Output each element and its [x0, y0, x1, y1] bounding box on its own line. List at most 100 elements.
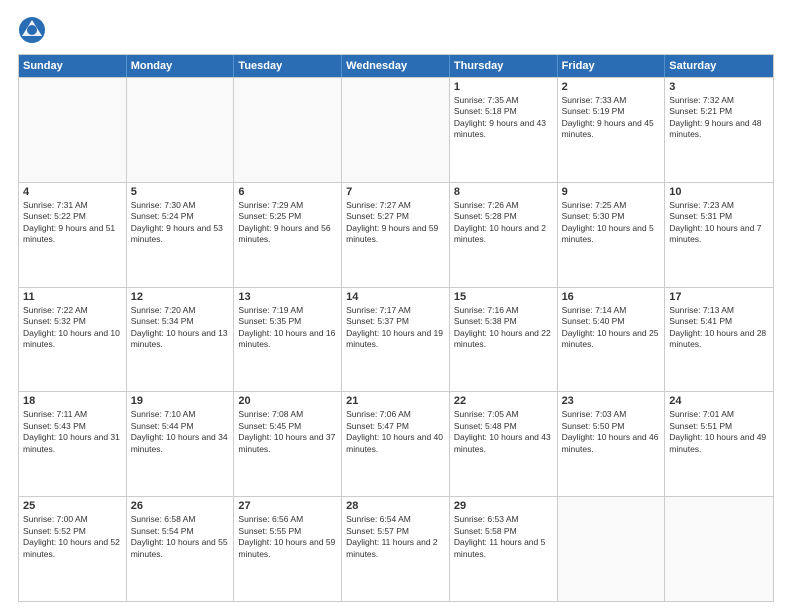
day-info: Sunrise: 7:16 AM Sunset: 5:38 PM Dayligh… [454, 305, 553, 351]
day-number: 28 [346, 500, 445, 512]
calendar-page: SundayMondayTuesdayWednesdayThursdayFrid… [0, 0, 792, 612]
day-info: Sunrise: 7:25 AM Sunset: 5:30 PM Dayligh… [562, 200, 661, 246]
calendar-cell [127, 78, 235, 182]
day-info: Sunrise: 7:20 AM Sunset: 5:34 PM Dayligh… [131, 305, 230, 351]
calendar-cell: 22 Sunrise: 7:05 AM Sunset: 5:48 PM Dayli… [450, 392, 558, 496]
calendar-cell: 19 Sunrise: 7:10 AM Sunset: 5:44 PM Dayli… [127, 392, 235, 496]
calendar-cell: 3Sunrise: 7:32 AM Sunset: 5:21 PM Daylig… [665, 78, 773, 182]
calendar-cell: 5 Sunrise: 7:30 AM Sunset: 5:24 PM Daylig… [127, 183, 235, 287]
calendar-cell: 9Sunrise: 7:25 AM Sunset: 5:30 PM Daylig… [558, 183, 666, 287]
calendar-cell: 1 Sunrise: 7:35 AM Sunset: 5:18 PM Daylig… [450, 78, 558, 182]
calendar-cell: 12 Sunrise: 7:20 AM Sunset: 5:34 PM Dayli… [127, 288, 235, 392]
calendar-cell: 15 Sunrise: 7:16 AM Sunset: 5:38 PM Dayli… [450, 288, 558, 392]
day-number: 22 [454, 395, 553, 407]
calendar-cell: 7 Sunrise: 7:27 AM Sunset: 5:27 PM Daylig… [342, 183, 450, 287]
calendar-cell: 6 Sunrise: 7:29 AM Sunset: 5:25 PM Daylig… [234, 183, 342, 287]
day-number: 11 [23, 291, 122, 303]
day-info: Sunrise: 7:17 AM Sunset: 5:37 PM Dayligh… [346, 305, 445, 351]
calendar-cell [342, 78, 450, 182]
day-number: 25 [23, 500, 122, 512]
calendar-cell: 16 Sunrise: 7:14 AM Sunset: 5:40 PM Dayli… [558, 288, 666, 392]
calendar: SundayMondayTuesdayWednesdayThursdayFrid… [18, 54, 774, 602]
calendar-cell [234, 78, 342, 182]
calendar-cell: 29Sunrise: 6:53 AM Sunset: 5:58 PM Dayli… [450, 497, 558, 601]
calendar-cell: 2 Sunrise: 7:33 AM Sunset: 5:19 PM Daylig… [558, 78, 666, 182]
calendar-cell: 17 Sunrise: 7:13 AM Sunset: 5:41 PM Dayli… [665, 288, 773, 392]
calendar-row: 4 Sunrise: 7:31 AM Sunset: 5:22 PM Daylig… [19, 182, 773, 287]
calendar-cell: 24 Sunrise: 7:01 AM Sunset: 5:51 PM Dayli… [665, 392, 773, 496]
day-info: Sunrise: 7:13 AM Sunset: 5:41 PM Dayligh… [669, 305, 769, 351]
calendar-cell: 26 Sunrise: 6:58 AM Sunset: 5:54 PM Dayli… [127, 497, 235, 601]
day-info: Sunrise: 6:58 AM Sunset: 5:54 PM Dayligh… [131, 514, 230, 560]
day-info: Sunrise: 7:14 AM Sunset: 5:40 PM Dayligh… [562, 305, 661, 351]
calendar-header-cell: Saturday [665, 55, 773, 77]
calendar-cell [19, 78, 127, 182]
calendar-cell: 28 Sunrise: 6:54 AM Sunset: 5:57 PM Dayli… [342, 497, 450, 601]
calendar-cell: 10Sunrise: 7:23 AM Sunset: 5:31 PM Dayli… [665, 183, 773, 287]
calendar-header-cell: Tuesday [234, 55, 342, 77]
calendar-cell: 4 Sunrise: 7:31 AM Sunset: 5:22 PM Daylig… [19, 183, 127, 287]
day-number: 2 [562, 81, 661, 93]
day-number: 19 [131, 395, 230, 407]
day-info: Sunrise: 7:26 AM Sunset: 5:28 PM Dayligh… [454, 200, 553, 246]
calendar-header-cell: Sunday [19, 55, 127, 77]
day-number: 6 [238, 186, 337, 198]
day-info: Sunrise: 7:27 AM Sunset: 5:27 PM Dayligh… [346, 200, 445, 246]
calendar-cell: 18 Sunrise: 7:11 AM Sunset: 5:43 PM Dayli… [19, 392, 127, 496]
logo-icon [18, 16, 46, 44]
day-number: 29 [454, 500, 553, 512]
day-number: 5 [131, 186, 230, 198]
day-info: Sunrise: 7:00 AM Sunset: 5:52 PM Dayligh… [23, 514, 122, 560]
day-number: 12 [131, 291, 230, 303]
calendar-cell: 13 Sunrise: 7:19 AM Sunset: 5:35 PM Dayli… [234, 288, 342, 392]
calendar-body: 1 Sunrise: 7:35 AM Sunset: 5:18 PM Daylig… [19, 77, 773, 601]
day-info: Sunrise: 7:35 AM Sunset: 5:18 PM Dayligh… [454, 95, 553, 141]
calendar-header-cell: Friday [558, 55, 666, 77]
day-number: 24 [669, 395, 769, 407]
calendar-cell: 25 Sunrise: 7:00 AM Sunset: 5:52 PM Dayli… [19, 497, 127, 601]
day-number: 20 [238, 395, 337, 407]
day-info: Sunrise: 7:05 AM Sunset: 5:48 PM Dayligh… [454, 409, 553, 455]
day-number: 13 [238, 291, 337, 303]
day-info: Sunrise: 7:29 AM Sunset: 5:25 PM Dayligh… [238, 200, 337, 246]
day-info: Sunrise: 7:19 AM Sunset: 5:35 PM Dayligh… [238, 305, 337, 351]
day-number: 26 [131, 500, 230, 512]
day-info: Sunrise: 7:01 AM Sunset: 5:51 PM Dayligh… [669, 409, 769, 455]
day-number: 21 [346, 395, 445, 407]
day-info: Sunrise: 7:03 AM Sunset: 5:50 PM Dayligh… [562, 409, 661, 455]
day-info: Sunrise: 7:06 AM Sunset: 5:47 PM Dayligh… [346, 409, 445, 455]
calendar-cell: 27Sunrise: 6:56 AM Sunset: 5:55 PM Dayli… [234, 497, 342, 601]
day-info: Sunrise: 7:22 AM Sunset: 5:32 PM Dayligh… [23, 305, 122, 351]
day-number: 7 [346, 186, 445, 198]
day-info: Sunrise: 6:54 AM Sunset: 5:57 PM Dayligh… [346, 514, 445, 560]
day-info: Sunrise: 7:11 AM Sunset: 5:43 PM Dayligh… [23, 409, 122, 455]
day-number: 18 [23, 395, 122, 407]
day-info: Sunrise: 7:30 AM Sunset: 5:24 PM Dayligh… [131, 200, 230, 246]
day-info: Sunrise: 7:31 AM Sunset: 5:22 PM Dayligh… [23, 200, 122, 246]
day-number: 8 [454, 186, 553, 198]
calendar-row: 18 Sunrise: 7:11 AM Sunset: 5:43 PM Dayli… [19, 391, 773, 496]
calendar-header-row: SundayMondayTuesdayWednesdayThursdayFrid… [19, 55, 773, 77]
logo [18, 16, 50, 44]
calendar-cell [558, 497, 666, 601]
day-number: 10 [669, 186, 769, 198]
day-info: Sunrise: 7:08 AM Sunset: 5:45 PM Dayligh… [238, 409, 337, 455]
day-number: 15 [454, 291, 553, 303]
calendar-cell: 20 Sunrise: 7:08 AM Sunset: 5:45 PM Dayli… [234, 392, 342, 496]
calendar-header-cell: Monday [127, 55, 235, 77]
calendar-cell [665, 497, 773, 601]
day-number: 3 [669, 81, 769, 93]
day-number: 17 [669, 291, 769, 303]
day-number: 1 [454, 81, 553, 93]
day-number: 14 [346, 291, 445, 303]
calendar-cell: 23 Sunrise: 7:03 AM Sunset: 5:50 PM Dayli… [558, 392, 666, 496]
day-info: Sunrise: 7:33 AM Sunset: 5:19 PM Dayligh… [562, 95, 661, 141]
day-number: 4 [23, 186, 122, 198]
calendar-row: 25 Sunrise: 7:00 AM Sunset: 5:52 PM Dayli… [19, 496, 773, 601]
calendar-cell: 14 Sunrise: 7:17 AM Sunset: 5:37 PM Dayli… [342, 288, 450, 392]
day-number: 23 [562, 395, 661, 407]
calendar-header-cell: Thursday [450, 55, 558, 77]
day-info: Sunrise: 7:10 AM Sunset: 5:44 PM Dayligh… [131, 409, 230, 455]
calendar-cell: 8 Sunrise: 7:26 AM Sunset: 5:28 PM Daylig… [450, 183, 558, 287]
day-number: 16 [562, 291, 661, 303]
